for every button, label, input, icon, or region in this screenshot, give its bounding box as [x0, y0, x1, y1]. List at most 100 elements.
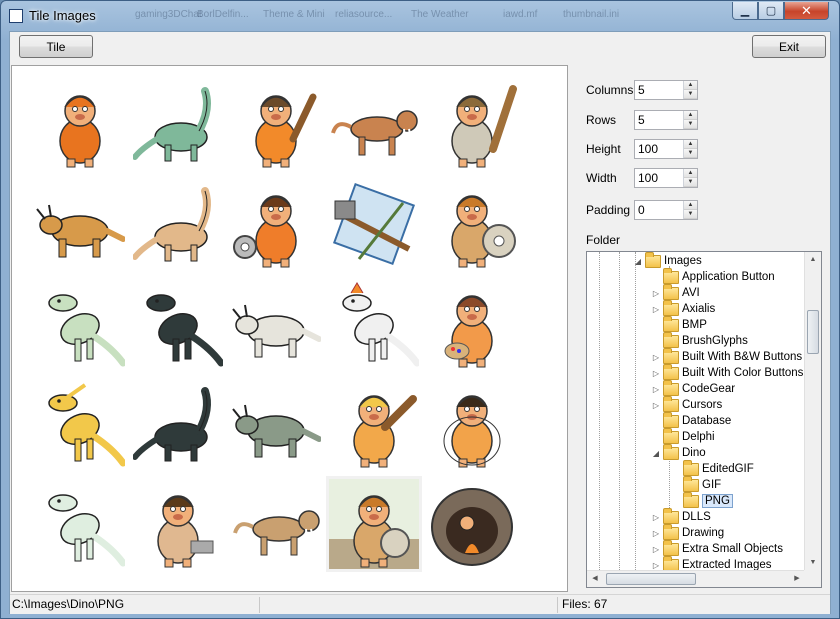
- expander-icon[interactable]: ▷: [651, 353, 661, 362]
- expander-icon[interactable]: ▷: [651, 369, 661, 378]
- spin-down-icon[interactable]: ▼: [684, 90, 697, 99]
- tree-item-bmp[interactable]: BMP: [651, 315, 707, 333]
- close-button[interactable]: ✕: [784, 2, 829, 20]
- tile-button[interactable]: Tile: [19, 35, 93, 58]
- scroll-up-icon[interactable]: ▲: [805, 252, 821, 268]
- tree-guide-line: [599, 252, 600, 572]
- spin-up-icon[interactable]: ▲: [684, 81, 697, 90]
- expander-icon[interactable]: ▷: [651, 289, 661, 298]
- folder-icon: [663, 443, 679, 460]
- tree-vertical-scrollbar[interactable]: ▲ ▼: [804, 252, 821, 571]
- trex-green-icon-drawing: [48, 294, 125, 367]
- columns-arrows[interactable]: ▲ ▼: [683, 81, 697, 99]
- app-icon[interactable]: [9, 9, 23, 23]
- tree-item-axialis[interactable]: ▷ Axialis: [651, 299, 715, 317]
- tree-item-extra-small-objects[interactable]: ▷ Extra Small Objects: [651, 539, 783, 557]
- height-value[interactable]: 100: [638, 142, 658, 156]
- expander-icon[interactable]: ▷: [651, 401, 661, 410]
- expander-icon[interactable]: ▷: [651, 561, 661, 570]
- ghost-taskbar-label: BorlDelfin...: [197, 9, 249, 20]
- tree-item-images[interactable]: ◢ Images: [633, 252, 702, 269]
- columns-spinner[interactable]: 5 ▲ ▼: [634, 80, 698, 100]
- tree-item-editedgif[interactable]: EditedGIF: [671, 459, 754, 477]
- rows-value[interactable]: 5: [638, 113, 645, 127]
- padding-spinner[interactable]: 0 ▲ ▼: [634, 200, 698, 220]
- cave-fire-icon-drawing: [431, 488, 513, 566]
- tree-item-dino[interactable]: ◢ Dino: [651, 443, 706, 461]
- caveman-wheel-icon: [228, 176, 324, 272]
- columns-value[interactable]: 5: [638, 83, 645, 97]
- tree-item-label: BMP: [682, 319, 707, 331]
- expander-icon[interactable]: ▷: [651, 305, 661, 314]
- tree-item-built-with-b-w-buttons[interactable]: ▷ Built With B&W Buttons: [651, 347, 802, 365]
- height-arrows[interactable]: ▲ ▼: [683, 140, 697, 158]
- tree-item-delphi[interactable]: Delphi: [651, 427, 715, 445]
- folder-icon: [645, 252, 661, 268]
- title-bar[interactable]: Tile Images gaming3DChat BorlDelfin... T…: [1, 1, 839, 31]
- rows-arrows[interactable]: ▲ ▼: [683, 111, 697, 129]
- client-area: Tile Exit Columns 5 ▲ ▼ Rows 5 ▲ ▼ Heigh…: [9, 31, 831, 614]
- tree-item-label: Dino: [682, 447, 706, 459]
- tree-horizontal-scrollbar[interactable]: ◀ ▶: [587, 570, 805, 587]
- spin-up-icon[interactable]: ▲: [684, 169, 697, 178]
- tree-item-application-button[interactable]: Application Button: [651, 267, 775, 285]
- folder-icon: [663, 411, 679, 428]
- width-spinner[interactable]: 100 ▲ ▼: [634, 168, 698, 188]
- spin-down-icon[interactable]: ▼: [684, 120, 697, 129]
- maximize-button[interactable]: ▢: [758, 2, 784, 20]
- expander-icon[interactable]: ▷: [651, 529, 661, 538]
- padding-arrows[interactable]: ▲ ▼: [683, 201, 697, 219]
- tree-item-gif[interactable]: GIF: [671, 475, 721, 493]
- expander-icon[interactable]: ▷: [651, 545, 661, 554]
- tree-item-codegear[interactable]: ▷ CodeGear: [651, 379, 736, 397]
- spin-up-icon[interactable]: ▲: [684, 140, 697, 149]
- tile-canvas[interactable]: [11, 65, 568, 592]
- tree-item-built-with-color-buttons[interactable]: ▷ Built With Color Buttons: [651, 363, 803, 381]
- scroll-left-icon[interactable]: ◀: [587, 571, 603, 587]
- minimize-button[interactable]: ▁: [732, 2, 758, 20]
- tree-item-drawing[interactable]: ▷ Drawing: [651, 523, 725, 541]
- scroll-down-icon[interactable]: ▼: [805, 555, 821, 571]
- tree-item-avi[interactable]: ▷ AVI: [651, 283, 700, 301]
- ghost-taskbar-label: iawd.mf: [503, 9, 538, 20]
- tree-item-png[interactable]: PNG: [671, 491, 733, 509]
- width-arrows[interactable]: ▲ ▼: [683, 169, 697, 187]
- rows-spinner[interactable]: 5 ▲ ▼: [634, 110, 698, 130]
- ghost-taskbar-label: reliasource...: [335, 9, 393, 20]
- parasaurolophus-icon-drawing: [48, 383, 125, 467]
- folder-tree[interactable]: ◢ Images Application Button ▷ AVI ▷ Axialis BMP…: [586, 251, 822, 588]
- tree-item-database[interactable]: Database: [651, 411, 731, 429]
- scroll-right-icon[interactable]: ▶: [789, 571, 805, 587]
- spin-down-icon[interactable]: ▼: [684, 149, 697, 158]
- height-spinner[interactable]: 100 ▲ ▼: [634, 139, 698, 159]
- tree-vscroll-thumb[interactable]: [807, 310, 819, 354]
- expander-icon[interactable]: ▷: [651, 385, 661, 394]
- tree-item-cursors[interactable]: ▷ Cursors: [651, 395, 722, 413]
- expander-icon[interactable]: ▷: [651, 513, 661, 522]
- padding-value[interactable]: 0: [638, 203, 645, 217]
- caveman-blonde-icon-drawing: [353, 395, 417, 468]
- spin-down-icon[interactable]: ▼: [684, 178, 697, 187]
- long-neck-dino-icon-drawing: [133, 187, 211, 262]
- tree-hscroll-thumb[interactable]: [606, 573, 696, 585]
- caveman-wheel-icon-drawing: [233, 195, 297, 268]
- caveman-fat-icon: [424, 376, 520, 472]
- width-value[interactable]: 100: [638, 171, 658, 185]
- expander-icon[interactable]: ◢: [651, 449, 661, 458]
- expander-icon[interactable]: ◢: [633, 257, 643, 266]
- sauropod-black-icon: [130, 376, 226, 472]
- spin-up-icon[interactable]: ▲: [684, 201, 697, 210]
- tree-item-label: Drawing: [682, 527, 725, 539]
- folder-icon: [663, 331, 679, 348]
- tree-item-label: CodeGear: [682, 383, 736, 395]
- tree-item-brushglyphs[interactable]: BrushGlyphs: [651, 331, 748, 349]
- tree-item-dlls[interactable]: ▷ DLLS: [651, 507, 711, 525]
- folder-icon: [663, 379, 679, 396]
- folder-icon: [663, 507, 679, 524]
- tree-guide-line: [635, 252, 636, 572]
- spin-down-icon[interactable]: ▼: [684, 210, 697, 219]
- spin-up-icon[interactable]: ▲: [684, 111, 697, 120]
- folder-icon: [683, 459, 699, 476]
- caveman-hairy-icon-drawing: [59, 95, 101, 168]
- exit-button[interactable]: Exit: [752, 35, 826, 58]
